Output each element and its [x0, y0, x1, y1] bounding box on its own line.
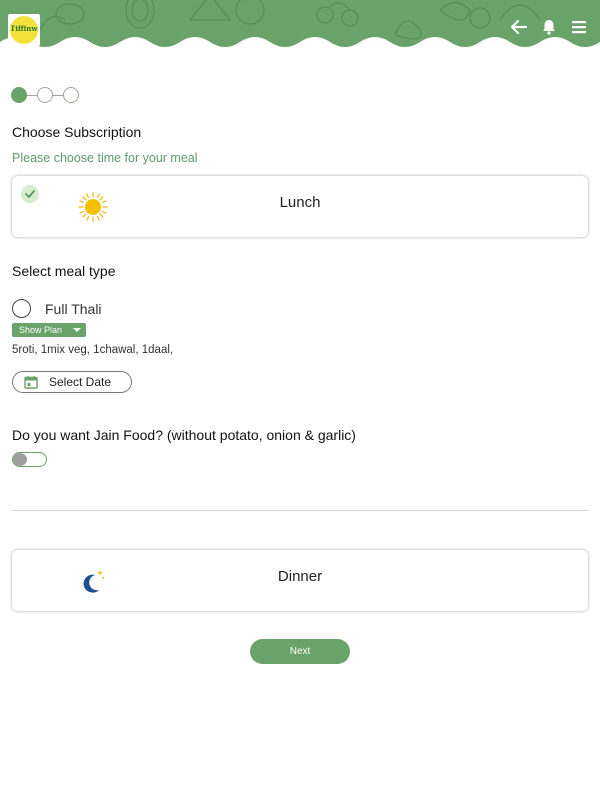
show-plan-dropdown[interactable]: Show Plan [12, 323, 86, 337]
logo-text: Tiffinwala [10, 24, 38, 33]
back-arrow-icon[interactable] [510, 18, 528, 36]
logo-badge: Tiffinwala [10, 16, 38, 44]
bell-icon[interactable] [540, 18, 558, 36]
page-title: Choose Subscription [12, 124, 142, 140]
plan-description: 5roti, 1mix veg, 1chawal, 1daal, [12, 344, 174, 356]
dinner-label: Dinner [277, 568, 323, 585]
meal-type-heading: Select meal type [12, 263, 116, 279]
step-2-indicator [37, 87, 53, 103]
lunch-card[interactable]: Lunch [12, 176, 588, 237]
step-connector [53, 94, 63, 96]
full-thali-radio[interactable] [12, 299, 31, 318]
toggle-knob [13, 453, 27, 466]
step-3-indicator [63, 87, 79, 103]
app-logo: Tiffinwala [8, 14, 40, 46]
step-connector [27, 94, 37, 96]
calendar-icon [24, 376, 38, 389]
show-plan-label: Show Plan [19, 325, 63, 335]
progress-stepper [11, 87, 79, 103]
step-1-indicator [11, 87, 27, 103]
dinner-card[interactable]: Dinner [12, 550, 588, 611]
jain-food-question: Do you want Jain Food? (without potato, … [12, 427, 356, 443]
header-actions [510, 18, 588, 36]
full-thali-label: Full Thali [45, 301, 102, 317]
lunch-label: Lunch [279, 194, 321, 211]
menu-icon[interactable] [570, 18, 588, 36]
section-divider [12, 510, 588, 511]
page-subtitle: Please choose time for your meal [12, 151, 198, 165]
select-date-button[interactable]: Select Date [12, 371, 132, 393]
next-button[interactable]: Next [250, 639, 350, 664]
select-date-label: Select Date [49, 375, 112, 389]
chevron-down-icon [73, 328, 81, 332]
app-header: Tiffinwala [0, 0, 600, 60]
jain-food-toggle[interactable] [12, 452, 47, 467]
